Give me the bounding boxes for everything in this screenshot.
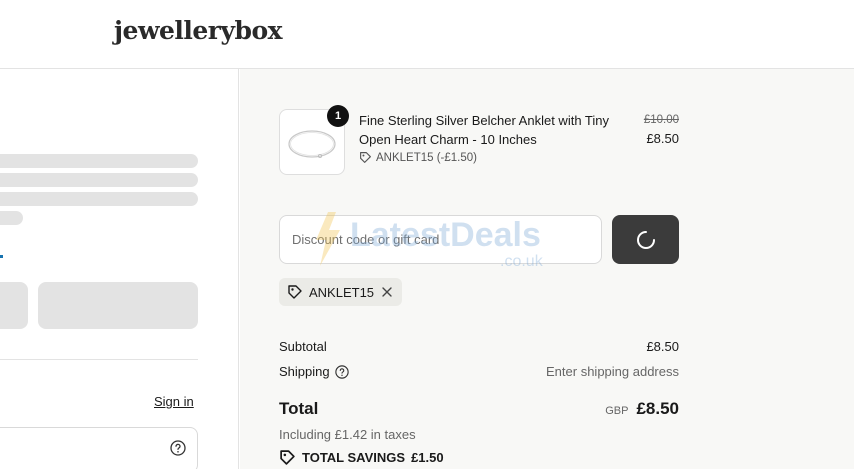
applied-discount-code: ANKLET15 (309, 284, 375, 300)
savings-label: TOTAL SAVINGS (302, 450, 406, 465)
savings-value: £1.50 (411, 450, 444, 465)
tag-icon (288, 285, 302, 299)
site-header: jewellerybox (0, 0, 854, 69)
apply-discount-button[interactable] (612, 215, 679, 264)
subtotal-label: Subtotal (279, 339, 327, 354)
skeleton-line (0, 154, 198, 168)
divider (0, 359, 198, 360)
original-price: £10.00 (643, 114, 679, 126)
email-field[interactable] (0, 427, 198, 469)
tag-icon (360, 152, 371, 163)
shipping-row: Shipping Enter shipping address (279, 364, 679, 379)
total-savings: TOTAL SAVINGS £1.50 (279, 449, 444, 466)
order-summary-panel: 1 Fine Sterling Silver Belcher Anklet wi… (240, 69, 854, 469)
product-discount-code: ANKLET15 (-£1.50) (376, 151, 477, 164)
skeleton-line (0, 192, 198, 206)
skeleton-button (38, 282, 198, 329)
skeleton-button (0, 282, 28, 329)
taxes-note: Including £1.42 in taxes (279, 427, 416, 442)
applied-discount-chip: ANKLET15 (279, 278, 403, 306)
currency-code: GBP (605, 405, 629, 417)
total-value: £8.50 (636, 399, 679, 418)
tag-icon (280, 450, 295, 465)
shipping-label: Shipping (279, 364, 330, 379)
shipping-value: Enter shipping address (546, 364, 679, 379)
sign-in-link[interactable]: Sign in (154, 394, 194, 409)
link-fragment[interactable] (0, 255, 3, 258)
quantity-badge: 1 (327, 105, 349, 127)
help-circle-icon[interactable] (334, 364, 349, 379)
subtotal-row: Subtotal £8.50 (279, 339, 679, 354)
discount-code-input[interactable] (279, 215, 602, 264)
remove-discount-icon[interactable] (380, 285, 394, 299)
checkout-form-panel: Sign in (0, 69, 239, 469)
subtotal-value: £8.50 (646, 339, 679, 354)
loading-spinner-icon (636, 230, 655, 249)
brand-logo[interactable]: jewellerybox (114, 16, 283, 45)
product-discount: ANKLET15 (-£1.50) (359, 151, 477, 164)
skeleton-line (0, 173, 198, 187)
product-name: Fine Sterling Silver Belcher Anklet with… (359, 113, 609, 147)
skeleton-line (0, 211, 23, 225)
total-label: Total (279, 399, 319, 418)
discounted-price: £8.50 (646, 131, 679, 146)
help-circle-icon[interactable] (170, 440, 186, 456)
total-row: Total GBP £8.50 (279, 399, 679, 419)
